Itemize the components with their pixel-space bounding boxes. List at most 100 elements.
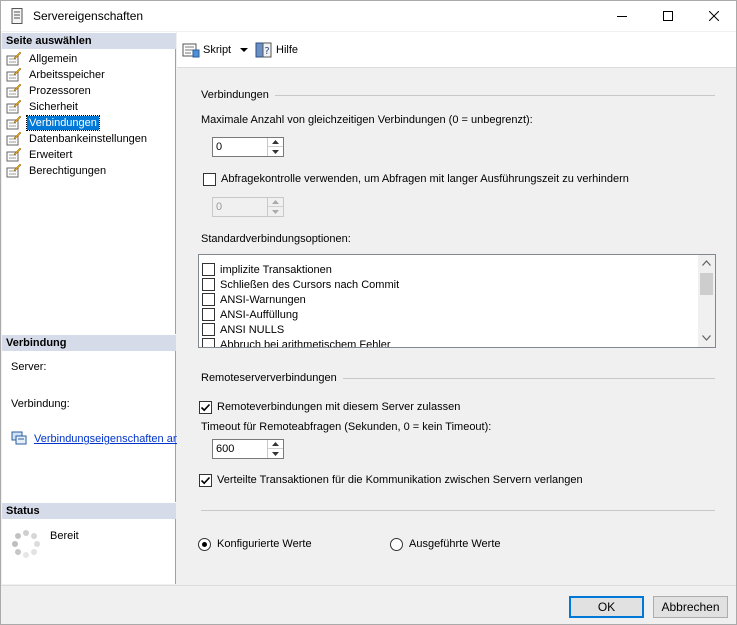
connections-page: Verbindungen Maximale Anzahl von gleichz… bbox=[177, 69, 736, 584]
nav-item-prozessoren[interactable]: Prozessoren bbox=[6, 83, 93, 99]
page-wrench-icon bbox=[6, 100, 22, 114]
list-item[interactable]: ANSI-Auffüllung bbox=[202, 307, 298, 322]
stepper-up-button bbox=[268, 198, 283, 207]
stepper-buttons bbox=[267, 440, 283, 458]
nav-item-datenbankeinstellungen[interactable]: Datenbankeinstellungen bbox=[6, 131, 149, 147]
timeout-value[interactable]: 600 bbox=[216, 443, 234, 455]
group-divider bbox=[201, 510, 715, 511]
default-options-list[interactable]: implizite Transaktionen Schließen des Cu… bbox=[198, 254, 716, 348]
server-label: Server: bbox=[11, 361, 47, 373]
connection-properties-link[interactable]: Verbindungseigenschaften an: bbox=[34, 433, 182, 445]
progress-spinner-icon bbox=[12, 530, 40, 558]
cancel-button[interactable]: Abbrechen bbox=[653, 596, 728, 618]
timeout-label: Timeout für Remoteabfragen (Sekunden, 0 … bbox=[201, 421, 492, 433]
script-icon bbox=[182, 43, 200, 58]
nav-item-arbeitsspeicher[interactable]: Arbeitsspeicher bbox=[6, 67, 107, 83]
page-wrench-icon bbox=[6, 132, 22, 146]
stepper-down-button[interactable] bbox=[268, 449, 283, 458]
distributed-transactions-checkbox[interactable] bbox=[199, 474, 212, 487]
chevron-down-icon[interactable] bbox=[239, 46, 249, 54]
query-governor-stepper: 0 bbox=[212, 197, 284, 217]
page-wrench-icon bbox=[6, 52, 22, 66]
stepper-down-button[interactable] bbox=[268, 147, 283, 156]
running-values-radio[interactable] bbox=[390, 538, 403, 551]
allow-remote-checkbox[interactable] bbox=[199, 401, 212, 414]
max-connections-value[interactable]: 0 bbox=[216, 141, 222, 153]
list-scrollbar[interactable] bbox=[698, 255, 715, 347]
scroll-up-icon[interactable] bbox=[702, 260, 711, 266]
list-item[interactable]: Schließen des Cursors nach Commit bbox=[202, 277, 399, 292]
list-item[interactable]: Abbruch bei arithmetischem Fehler bbox=[202, 337, 391, 347]
svg-text:?: ? bbox=[264, 46, 269, 57]
page-wrench-icon bbox=[6, 164, 22, 178]
stepper-buttons bbox=[267, 198, 283, 216]
list-item[interactable]: implizite Transaktionen bbox=[202, 262, 332, 277]
right-pane: Skript ? Hilfe Verbindungen Maximale Anz… bbox=[177, 32, 736, 584]
minimize-button[interactable] bbox=[599, 1, 645, 31]
distributed-transactions-label: Verteilte Transaktionen für die Kommunik… bbox=[217, 474, 583, 486]
list-item[interactable]: ANSI NULLS bbox=[202, 322, 284, 337]
max-connections-label: Maximale Anzahl von gleichzeitigen Verbi… bbox=[201, 114, 533, 126]
nav-item-erweitert[interactable]: Erweitert bbox=[6, 147, 74, 163]
page-wrench-icon bbox=[6, 148, 22, 162]
scroll-down-icon[interactable] bbox=[702, 335, 711, 341]
nav-label: Verbindungen bbox=[26, 115, 100, 131]
help-label: Hilfe bbox=[276, 44, 299, 56]
allow-remote-label: Remoteverbindungen mit diesem Server zul… bbox=[217, 401, 461, 413]
nav-item-allgemein[interactable]: Allgemein bbox=[6, 51, 79, 67]
stepper-up-button[interactable] bbox=[268, 440, 283, 449]
arrow-up-icon bbox=[272, 442, 279, 446]
page-wrench-icon bbox=[6, 84, 22, 98]
default-options-label: Standardverbindungsoptionen: bbox=[201, 233, 351, 245]
checkmark-icon bbox=[200, 476, 211, 485]
server-properties-window: Servereigenschaften Seite auswählen Allg… bbox=[0, 0, 737, 625]
connection-label: Verbindung: bbox=[11, 398, 70, 410]
option-checkbox[interactable] bbox=[202, 263, 215, 276]
ok-button[interactable]: OK bbox=[569, 596, 644, 618]
query-governor-checkbox[interactable] bbox=[203, 173, 216, 186]
configured-values-label: Konfigurierte Werte bbox=[217, 538, 312, 550]
scrollbar-thumb[interactable] bbox=[700, 273, 713, 295]
title-bar[interactable]: Servereigenschaften bbox=[1, 1, 736, 31]
arrow-down-icon bbox=[272, 209, 279, 214]
option-checkbox[interactable] bbox=[202, 338, 215, 347]
nav-item-sicherheit[interactable]: Sicherheit bbox=[6, 99, 80, 115]
arrow-down-icon bbox=[272, 149, 279, 154]
max-connections-stepper[interactable]: 0 bbox=[212, 137, 284, 157]
connections-group-title: Verbindungen bbox=[201, 89, 275, 101]
window-title: Servereigenschaften bbox=[33, 9, 144, 23]
timeout-stepper[interactable]: 600 bbox=[212, 439, 284, 459]
status-text: Bereit bbox=[50, 530, 79, 542]
connection-properties-icon bbox=[11, 431, 27, 445]
option-checkbox[interactable] bbox=[202, 323, 215, 336]
group-divider bbox=[201, 95, 715, 96]
nav-item-verbindungen[interactable]: Verbindungen bbox=[6, 115, 100, 131]
arrow-up-icon bbox=[272, 200, 279, 204]
arrow-up-icon bbox=[272, 140, 279, 144]
stepper-up-button[interactable] bbox=[268, 138, 283, 147]
stepper-buttons bbox=[267, 138, 283, 156]
script-label: Skript bbox=[203, 44, 232, 56]
nav-label: Sicherheit bbox=[29, 101, 78, 113]
option-checkbox[interactable] bbox=[202, 278, 215, 291]
maximize-icon bbox=[663, 11, 673, 21]
page-wrench-icon bbox=[6, 116, 22, 130]
query-governor-label: Abfragekontrolle verwenden, um Abfragen … bbox=[221, 173, 629, 185]
option-checkbox[interactable] bbox=[202, 293, 215, 306]
nav-label: Prozessoren bbox=[29, 85, 91, 97]
nav-label: Berechtigungen bbox=[29, 165, 107, 177]
nav-item-berechtigungen[interactable]: Berechtigungen bbox=[6, 163, 108, 179]
select-page-header: Seite auswählen bbox=[2, 32, 176, 49]
dialog-footer: OK Abbrechen bbox=[1, 585, 736, 624]
configured-values-radio[interactable] bbox=[198, 538, 211, 551]
maximize-button[interactable] bbox=[645, 1, 691, 31]
remote-group-title: Remoteserververbindungen bbox=[201, 372, 343, 384]
list-item[interactable]: ANSI-Warnungen bbox=[202, 292, 306, 307]
option-label: implizite Transaktionen bbox=[220, 263, 332, 276]
help-button[interactable]: ? Hilfe bbox=[255, 41, 298, 59]
nav-label: Allgemein bbox=[29, 53, 78, 65]
option-label: ANSI NULLS bbox=[220, 323, 285, 336]
close-button[interactable] bbox=[691, 1, 737, 31]
script-button[interactable]: Skript bbox=[182, 41, 249, 59]
option-checkbox[interactable] bbox=[202, 308, 215, 321]
